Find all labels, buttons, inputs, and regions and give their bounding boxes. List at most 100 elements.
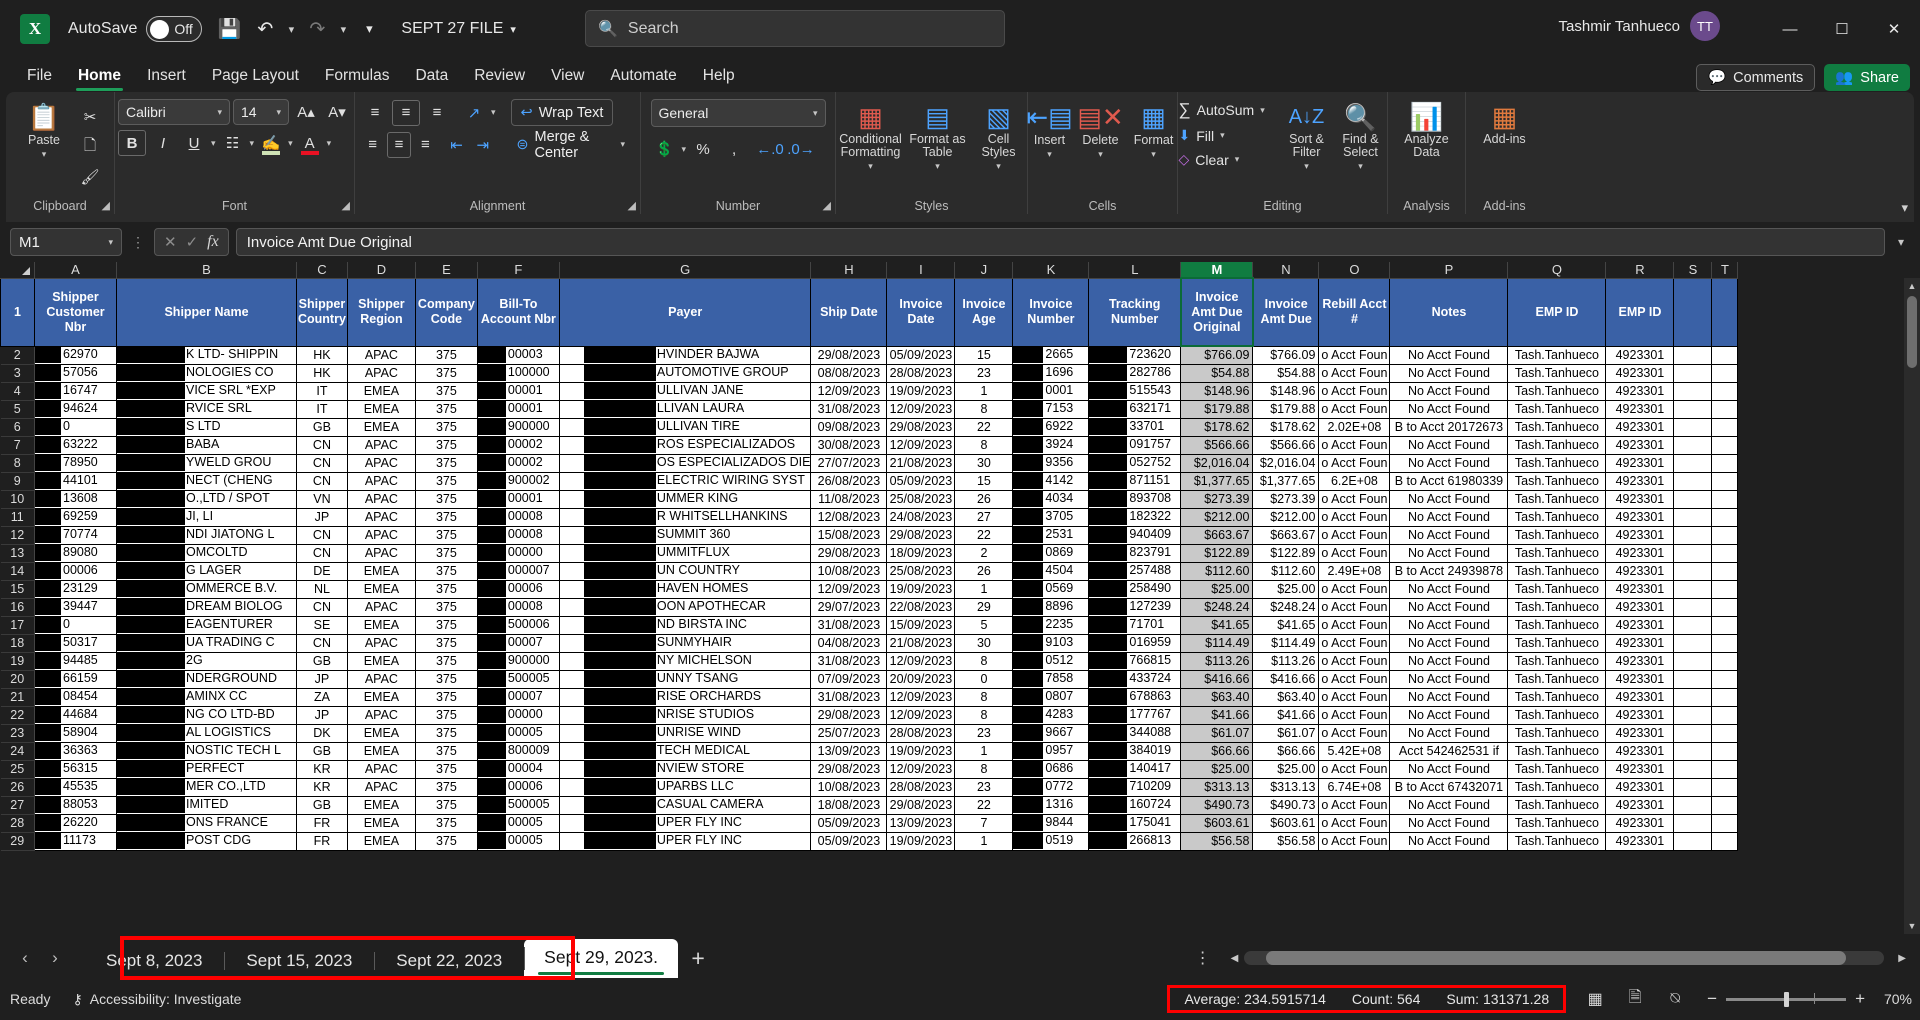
cell-K13[interactable]: 0869 (1013, 544, 1089, 562)
font-dialog-launcher[interactable]: ◢ (342, 199, 350, 212)
cell-R25[interactable]: 4923301 (1606, 760, 1674, 778)
cell-B25[interactable]: PERFECT (117, 760, 297, 778)
minimize-icon[interactable]: — (1764, 0, 1816, 58)
cell-F11[interactable]: 00008 (477, 508, 559, 526)
cell-R10[interactable]: 4923301 (1606, 490, 1674, 508)
decrease-indent-button[interactable]: ⇤ (445, 132, 468, 158)
header-cell-H1[interactable]: Ship Date (811, 278, 887, 346)
cell-K6[interactable]: 6922 (1013, 418, 1089, 436)
fill-color-button[interactable]: ✍ (257, 130, 285, 156)
cell-L24[interactable]: 384019 (1089, 742, 1181, 760)
cell-Q11[interactable]: Tash.Tanhueco (1508, 508, 1606, 526)
cell-J2[interactable]: 15 (955, 346, 1013, 364)
cell-G3[interactable]: AUTOMOTIVE GROUP (559, 364, 811, 382)
table-row[interactable]: 944101NECT (CHENGCNAPAC375900002ELECTRIC… (1, 472, 1738, 490)
cell-J19[interactable]: 8 (955, 652, 1013, 670)
cell-K12[interactable]: 2531 (1013, 526, 1089, 544)
cell-K26[interactable]: 0772 (1013, 778, 1089, 796)
cell-P18[interactable]: No Acct Found (1390, 634, 1508, 652)
cell-H7[interactable]: 30/08/2023 (811, 436, 887, 454)
cell-R20[interactable]: 4923301 (1606, 670, 1674, 688)
cell-L3[interactable]: 282786 (1089, 364, 1181, 382)
cell-H13[interactable]: 29/08/2023 (811, 544, 887, 562)
cell-N26[interactable]: $313.13 (1253, 778, 1319, 796)
table-row[interactable]: 2436363NOSTIC TECH LGBEMEA375800009TECH … (1, 742, 1738, 760)
horizontal-scroll-thumb[interactable] (1266, 951, 1846, 965)
cell-D15[interactable]: EMEA (347, 580, 415, 598)
cell-J12[interactable]: 22 (955, 526, 1013, 544)
cell-G18[interactable]: SUNMYHAIR (559, 634, 811, 652)
paste-dropdown-icon[interactable]: ▾ (42, 149, 47, 160)
table-row[interactable]: 1169259JI, LIJPAPAC37500008R WHITSELLHAN… (1, 508, 1738, 526)
cell-H12[interactable]: 15/08/2023 (811, 526, 887, 544)
column-header-Q[interactable]: Q (1508, 262, 1606, 278)
cell-A14[interactable]: 00006 (35, 562, 117, 580)
cell-P27[interactable]: No Acct Found (1390, 796, 1508, 814)
cell-S16[interactable] (1674, 598, 1712, 616)
cell-R26[interactable]: 4923301 (1606, 778, 1674, 796)
alignment-dialog-launcher[interactable]: ◢ (628, 199, 636, 212)
borders-dropdown-icon[interactable]: ▾ (250, 138, 255, 149)
cell-C29[interactable]: FR (297, 832, 348, 850)
cell-I10[interactable]: 25/08/2023 (887, 490, 955, 508)
cell-L27[interactable]: 160724 (1089, 796, 1181, 814)
redo-icon[interactable]: ↷ (300, 12, 334, 46)
row-header-8[interactable]: 8 (1, 454, 35, 472)
cell-N22[interactable]: $41.66 (1253, 706, 1319, 724)
file-name[interactable]: SEPT 27 FILE ▾ (401, 20, 516, 38)
cell-O21[interactable]: o Acct Foun (1319, 688, 1390, 706)
cell-E11[interactable]: 375 (415, 508, 477, 526)
cell-I26[interactable]: 28/08/2023 (887, 778, 955, 796)
cell-K27[interactable]: 1316 (1013, 796, 1089, 814)
cell-I23[interactable]: 28/08/2023 (887, 724, 955, 742)
cell-L4[interactable]: 515543 (1089, 382, 1181, 400)
cell-D23[interactable]: EMEA (347, 724, 415, 742)
cell-G23[interactable]: UNRISE WIND (559, 724, 811, 742)
percent-style-button[interactable]: % (689, 136, 717, 162)
cell-K3[interactable]: 1696 (1013, 364, 1089, 382)
save-icon[interactable]: 💾 (212, 12, 246, 46)
cell-G9[interactable]: ELECTRIC WIRING SYST (559, 472, 811, 490)
cell-J11[interactable]: 27 (955, 508, 1013, 526)
column-header-A[interactable]: A (35, 262, 117, 278)
cell-O27[interactable]: o Acct Foun (1319, 796, 1390, 814)
table-row[interactable]: 2358904AL LOGISTICSDKEMEA37500005UNRISE … (1, 724, 1738, 742)
cell-D4[interactable]: EMEA (347, 382, 415, 400)
cell-L12[interactable]: 940409 (1089, 526, 1181, 544)
cell-I29[interactable]: 19/09/2023 (887, 832, 955, 850)
cell-C21[interactable]: ZA (297, 688, 348, 706)
cell-O26[interactable]: 6.74E+08 (1319, 778, 1390, 796)
select-all-corner[interactable] (1, 262, 35, 278)
cell-T8[interactable] (1712, 454, 1738, 472)
format-cells-button[interactable]: ▦ Format ▾ (1128, 100, 1180, 160)
cell-K22[interactable]: 4283 (1013, 706, 1089, 724)
cell-E12[interactable]: 375 (415, 526, 477, 544)
cell-T18[interactable] (1712, 634, 1738, 652)
row-header-4[interactable]: 4 (1, 382, 35, 400)
cell-A13[interactable]: 89080 (35, 544, 117, 562)
font-name-select[interactable]: Calibri ▾ (118, 99, 230, 125)
cell-B11[interactable]: JI, LI (117, 508, 297, 526)
cell-L18[interactable]: 016959 (1089, 634, 1181, 652)
cell-Q16[interactable]: Tash.Tanhueco (1508, 598, 1606, 616)
column-header-N[interactable]: N (1253, 262, 1319, 278)
cell-D26[interactable]: APAC (347, 778, 415, 796)
cell-O24[interactable]: 5.42E+08 (1319, 742, 1390, 760)
cell-L2[interactable]: 723620 (1089, 346, 1181, 364)
cell-B15[interactable]: OMMERCE B.V. (117, 580, 297, 598)
row-header-6[interactable]: 6 (1, 418, 35, 436)
cell-S18[interactable] (1674, 634, 1712, 652)
cell-D20[interactable]: APAC (347, 670, 415, 688)
cell-L8[interactable]: 052752 (1089, 454, 1181, 472)
cell-J29[interactable]: 1 (955, 832, 1013, 850)
zoom-control[interactable]: − + 70% (1707, 989, 1912, 1009)
cell-F10[interactable]: 00001 (477, 490, 559, 508)
spreadsheet-grid[interactable]: ABCDEFGHIJKLMNOPQRST1Shipper Customer Nb… (0, 262, 1920, 934)
row-header-10[interactable]: 10 (1, 490, 35, 508)
cell-O4[interactable]: o Acct Foun (1319, 382, 1390, 400)
cell-S3[interactable] (1674, 364, 1712, 382)
number-format-select[interactable]: General ▾ (651, 99, 826, 127)
comma-style-button[interactable]: , (720, 136, 748, 162)
cell-T15[interactable] (1712, 580, 1738, 598)
cell-Q9[interactable]: Tash.Tanhueco (1508, 472, 1606, 490)
